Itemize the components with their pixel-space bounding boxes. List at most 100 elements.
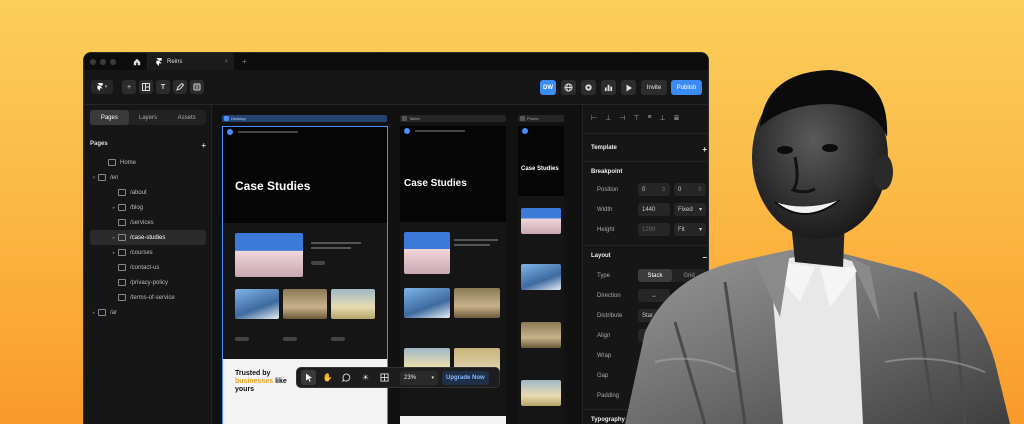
text-line [454,239,498,241]
panel-tab-pages[interactable]: Pages [90,110,129,125]
trusted-heading: Trusted by businesses like yours [235,370,295,394]
home-tab[interactable] [126,53,148,70]
page-item-label: /about [130,189,147,196]
page-item[interactable]: ▸ /courses [90,245,206,260]
grid-toggle[interactable] [377,370,392,385]
framer-logo-icon [156,57,162,66]
card-button [235,337,249,341]
analytics-button[interactable] [601,80,616,95]
insert-button[interactable]: + [122,80,136,94]
panel-tab-assets[interactable]: Assets [167,110,206,125]
frame-label-text: Phone [527,116,539,121]
card-button [283,337,297,341]
maximize-window-dot[interactable] [110,58,116,65]
gap-label: Gap [597,373,609,379]
frame-label-text: Desktop [231,116,246,121]
read-more-button [311,261,325,265]
grid-icon [380,373,389,382]
text-icon: T [160,83,166,91]
width-label: Width [597,207,613,213]
comment-tool[interactable] [339,370,354,385]
page-item[interactable]: ▸ /case-studies [90,230,206,245]
page-icon [118,204,126,211]
add-page-button[interactable]: + [201,141,206,150]
settings-button[interactable] [581,80,596,95]
frame-label-phone[interactable]: Phone [518,115,564,122]
sun-icon: ☀ [361,373,370,382]
text-line [454,244,490,246]
upgrade-button[interactable]: Upgrade Now [442,370,489,385]
close-window-dot[interactable] [90,58,96,65]
canvas-toolbar: ✋ ☀ 23% ▾ Upgrade Now [296,367,500,388]
page-item[interactable]: /privacy-policy [90,275,206,290]
document-tab[interactable]: Reins × [148,53,234,70]
page-item[interactable]: Home [90,155,206,170]
frame-nav [223,127,387,137]
frame-heading: Case Studies [521,166,559,172]
page-item[interactable]: ▸ /ar [90,305,206,320]
frame-label-text: Tablet [409,116,420,121]
text-button[interactable]: T [156,80,170,94]
expand-caret-icon[interactable]: ▸ [110,235,118,241]
page-item-label: /en [110,174,119,181]
hand-tool[interactable]: ✋ [320,370,335,385]
chevron-down-icon: ▾ [431,374,434,381]
theme-toggle[interactable]: ☀ [358,370,373,385]
frame-label-tablet[interactable]: Tablet [400,115,506,122]
template-heading: Template [591,145,617,151]
frame-heading: Case Studies [235,179,311,193]
pages-header: Pages + [90,141,206,150]
expand-caret-icon[interactable]: ▾ [90,175,98,181]
site-logo [404,128,410,134]
left-panel: Pages Layers Assets Pages + Home ▾ /en/about… [84,105,212,424]
frame-icon [520,116,525,121]
select-tool[interactable] [301,370,316,385]
trusted-prefix: Trusted by [235,370,271,377]
phone-frame[interactable]: Case Studies [518,126,564,424]
align-left-icon[interactable]: ⊢ [591,114,597,122]
main-menu-button[interactable]: ▾ [91,80,113,94]
page-item[interactable]: ▸ /blog [90,200,206,215]
zoom-value: 23% [404,374,417,381]
page-item[interactable]: ▾ /en [90,170,206,185]
window-controls [90,58,116,65]
pointer-icon [305,373,312,382]
frame-nav [400,126,506,136]
expand-caret-icon[interactable]: ▸ [110,205,118,211]
page-item-label: /terms-of-service [130,294,175,301]
page-item[interactable]: /services [90,215,206,230]
frame-heading: Case Studies [404,178,467,189]
person-photo [625,70,1010,424]
expand-caret-icon[interactable]: ▸ [110,250,118,256]
home-page-icon [108,159,116,166]
close-tab-icon[interactable]: × [224,59,228,65]
card-image-1 [235,289,279,319]
layout-button[interactable] [139,80,153,94]
page-item-label: /services [130,219,154,226]
page-item[interactable]: /terms-of-service [90,290,206,305]
page-icon [118,219,126,226]
zoom-select[interactable]: 23% ▾ [400,370,438,385]
new-tab-button[interactable]: + [242,57,247,66]
expand-caret-icon[interactable]: ▸ [90,310,98,316]
align-center-icon[interactable]: ⊥ [605,114,611,122]
language-button[interactable] [561,80,576,95]
page-item[interactable]: /about [90,185,206,200]
page-item-label: Home [120,159,137,166]
card-image-2 [283,289,327,319]
page-item-label: /case-studies [130,234,166,241]
frame-label-desktop[interactable]: Desktop [222,115,387,122]
case-study-image [521,208,561,234]
card-image-3 [331,289,375,319]
panel-tabs: Pages Layers Assets [90,110,206,125]
component-button[interactable] [190,80,204,94]
page-item[interactable]: /contact-us [90,260,206,275]
user-avatar[interactable]: DW [540,80,556,95]
text-line [311,242,361,244]
pen-button[interactable] [173,80,187,94]
panel-tab-layers[interactable]: Layers [129,110,168,125]
site-logo [227,129,233,135]
minimize-window-dot[interactable] [100,58,106,65]
chevron-down-icon: ▾ [104,84,108,90]
document-tab-label: Reins [167,58,183,65]
